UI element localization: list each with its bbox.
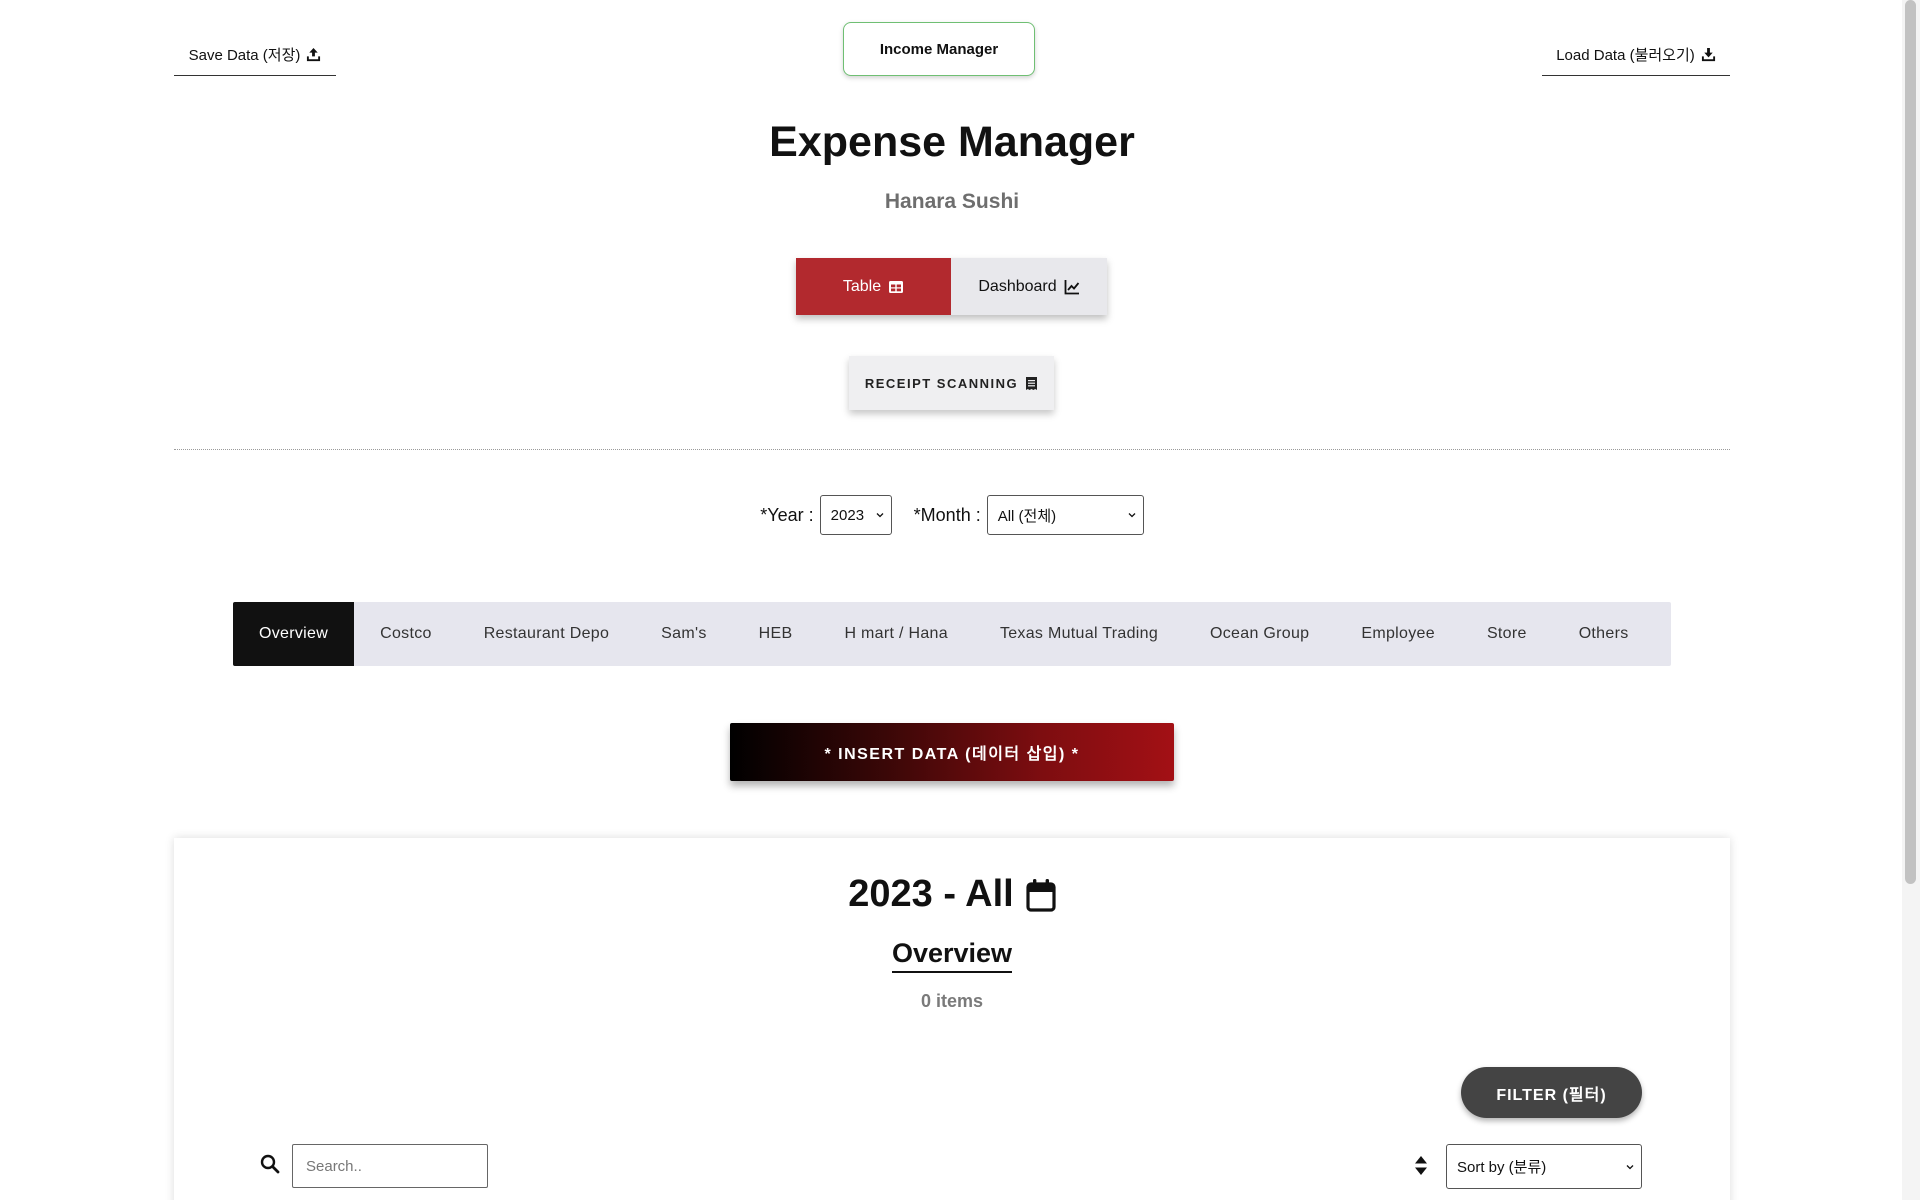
calendar-icon	[1026, 878, 1056, 912]
tab-costco[interactable]: Costco	[354, 602, 458, 666]
insert-data-button[interactable]: * INSERT DATA (데이터 삽입) *	[730, 723, 1174, 781]
tab-employee[interactable]: Employee	[1335, 602, 1461, 666]
vendor-tabs: Overview Costco Restaurant Depo Sam's HE…	[233, 602, 1671, 666]
page-subtitle: Hanara Sushi	[884, 190, 1020, 213]
receipt-scanning-button[interactable]: RECEIPT SCANNING	[849, 356, 1054, 410]
date-filters: *Year : 2023 *Month : All (전체)	[0, 495, 1904, 535]
tab-overview[interactable]: Overview	[233, 602, 355, 666]
sort-select[interactable]: Sort by (분류)	[1446, 1144, 1642, 1189]
upload-icon	[307, 47, 321, 62]
view-toggle: Table Dashboard	[796, 258, 1107, 315]
card-section: Overview	[174, 938, 1730, 973]
table-view-button[interactable]: Table	[796, 258, 951, 315]
search-input[interactable]	[292, 1144, 488, 1188]
filter-button[interactable]: FILTER (필터)	[1461, 1067, 1642, 1118]
chevron-down-icon	[1128, 513, 1136, 518]
receipt-icon	[1026, 376, 1038, 390]
month-label: *Month :	[913, 504, 981, 525]
receipt-scanning-label: RECEIPT SCANNING	[864, 375, 1019, 391]
page-title: Expense Manager	[769, 118, 1135, 166]
overview-card: 2023 - All Overview 0 items FILTER (필터) …	[174, 838, 1730, 1200]
save-data-label: Save Data (저장)	[188, 47, 301, 64]
item-count: 0 items	[920, 991, 984, 1011]
table-icon	[889, 280, 904, 293]
download-icon	[1701, 47, 1715, 62]
sort-value: Sort by (분류)	[1457, 1159, 1547, 1176]
tab-texas-mutual-trading[interactable]: Texas Mutual Trading	[974, 602, 1184, 666]
income-manager-button[interactable]: Income Manager	[843, 22, 1035, 76]
year-value: 2023	[830, 506, 865, 524]
year-label: *Year :	[760, 504, 814, 525]
search-icon	[260, 1154, 280, 1174]
card-title-text: 2023 - All	[848, 873, 1014, 915]
save-data-button[interactable]: Save Data (저장)	[174, 34, 336, 76]
load-data-button[interactable]: Load Data (불러오기)	[1542, 34, 1730, 76]
table-view-label: Table	[842, 277, 882, 295]
chevron-down-icon	[1626, 1164, 1634, 1169]
month-select[interactable]: All (전체)	[986, 495, 1144, 535]
load-data-label: Load Data (불러오기)	[1556, 47, 1695, 64]
month-value: All (전체)	[997, 507, 1057, 525]
scrollbar-thumb[interactable]	[1905, 0, 1916, 884]
tab-ocean-group[interactable]: Ocean Group	[1184, 602, 1335, 666]
section-divider	[174, 449, 1730, 450]
tab-heb[interactable]: HEB	[733, 602, 819, 666]
sort-icon[interactable]	[1414, 1155, 1428, 1176]
dashboard-view-button[interactable]: Dashboard	[951, 258, 1107, 315]
tab-restaurant-depo[interactable]: Restaurant Depo	[458, 602, 635, 666]
year-select[interactable]: 2023	[819, 495, 892, 535]
dashboard-view-label: Dashboard	[978, 277, 1057, 295]
tab-hmart-hana[interactable]: H mart / Hana	[818, 602, 974, 666]
line-chart-icon	[1064, 279, 1079, 294]
tab-sams[interactable]: Sam's	[635, 602, 732, 666]
tab-others[interactable]: Others	[1553, 602, 1655, 666]
income-manager-label: Income Manager	[879, 40, 999, 58]
card-title: 2023 - All	[174, 873, 1730, 916]
chevron-down-icon	[876, 513, 884, 518]
page-scrollbar[interactable]	[1902, 0, 1920, 1200]
card-section-title: Overview	[891, 938, 1013, 973]
tab-store[interactable]: Store	[1461, 602, 1553, 666]
